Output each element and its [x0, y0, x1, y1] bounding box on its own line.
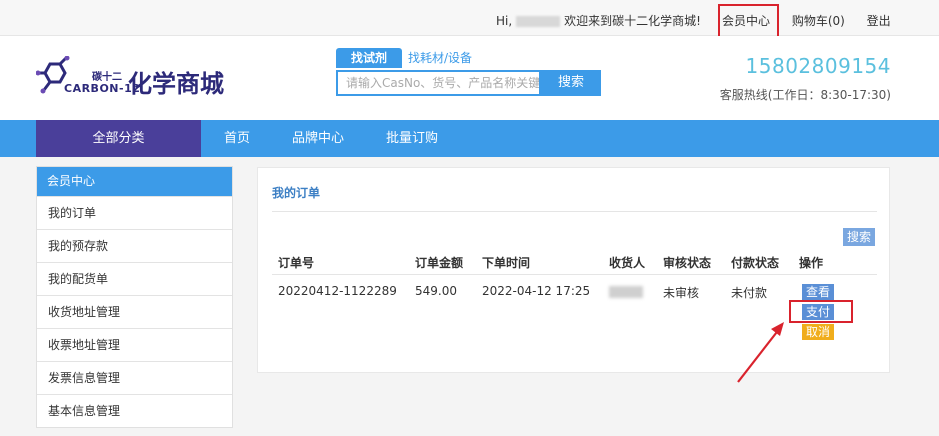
page-title: 我的订单 — [272, 186, 321, 200]
sidebar-item-delivery-list[interactable]: 我的配货单 — [37, 262, 232, 295]
orders-search-button[interactable]: 搜索 — [843, 228, 875, 246]
annotation-arrow-icon — [737, 322, 784, 383]
divider — [272, 211, 877, 212]
view-button[interactable]: 查看 — [802, 284, 834, 300]
tab-consumables[interactable]: 找耗材/设备 — [408, 48, 472, 68]
col-pay-status: 付款状态 — [731, 256, 780, 270]
col-audit: 审核状态 — [663, 256, 712, 270]
top-bar: Hi, 欢迎来到碳十二化学商城! 会员中心 购物车(0) 登出 — [0, 0, 939, 36]
receiver-blurred — [609, 285, 643, 298]
cell-receiver — [609, 284, 643, 298]
sidebar-item-basic-info[interactable]: 基本信息管理 — [37, 394, 232, 427]
cart-link[interactable]: 购物车(0) — [792, 12, 845, 29]
col-amount: 订单金额 — [415, 256, 464, 270]
greeting: Hi, 欢迎来到碳十二化学商城! — [496, 12, 701, 29]
cell-pay-status: 未付款 — [731, 286, 768, 300]
member-center-highlight — [718, 4, 779, 40]
col-actions: 操作 — [799, 256, 824, 270]
nav-all-categories[interactable]: 全部分类 — [36, 120, 201, 157]
logo-subtitle: 碳十二 — [92, 72, 122, 83]
search-button[interactable]: 搜索 — [541, 70, 601, 96]
main-nav: 全部分类 首页 品牌中心 批量订购 — [0, 120, 939, 157]
username-blurred — [516, 16, 561, 27]
cell-order-no[interactable]: 20220412-1122289 — [278, 284, 397, 298]
logo-title: 化学商城 — [128, 70, 224, 98]
nav-home[interactable]: 首页 — [224, 120, 250, 157]
pay-button-highlight — [789, 300, 853, 323]
header-divider — [272, 274, 877, 275]
member-sidebar: 会员中心 我的订单 我的预存款 我的配货单 收货地址管理 收票地址管理 发票信息… — [36, 166, 233, 428]
sidebar-item-my-orders[interactable]: 我的订单 — [37, 196, 232, 229]
tab-reagents[interactable]: 找试剂 — [336, 48, 402, 68]
cell-audit: 未审核 — [663, 286, 700, 300]
sidebar-item-shipping-address[interactable]: 收货地址管理 — [37, 295, 232, 328]
hotline-phone: 15802809154 — [745, 54, 891, 78]
nav-bulk-order[interactable]: 批量订购 — [386, 120, 438, 157]
logo[interactable]: 碳十二 CARBON-12 化学商城 — [36, 56, 246, 104]
col-time: 下单时间 — [482, 256, 531, 270]
sidebar-item-invoice-info[interactable]: 发票信息管理 — [37, 361, 232, 394]
col-order-no: 订单号 — [278, 256, 315, 270]
search-input[interactable] — [338, 72, 539, 94]
cell-time: 2022-04-12 17:25 — [482, 284, 591, 298]
logout-link[interactable]: 登出 — [867, 12, 891, 29]
greeting-suffix: 欢迎来到碳十二化学商城! — [564, 14, 701, 28]
nav-brand-center[interactable]: 品牌中心 — [292, 120, 344, 157]
hotline: 15802809154 客服热线(工作日：8:30-17:30) — [720, 54, 891, 103]
search-area: 找试剂 找耗材/设备 搜索 — [336, 48, 602, 98]
col-receiver: 收货人 — [609, 256, 646, 270]
sidebar-item-invoice-address[interactable]: 收票地址管理 — [37, 328, 232, 361]
cancel-button[interactable]: 取消 — [802, 324, 834, 340]
greeting-prefix: Hi, — [496, 14, 513, 28]
orders-panel: 我的订单 搜索 订单号 订单金额 下单时间 收货人 审核状态 付款状态 操作 2… — [257, 167, 890, 373]
sidebar-head[interactable]: 会员中心 — [37, 167, 232, 196]
hotline-desc: 客服热线(工作日：8:30-17:30) — [719, 88, 891, 102]
sidebar-item-deposit[interactable]: 我的预存款 — [37, 229, 232, 262]
header: 碳十二 CARBON-12 化学商城 找试剂 找耗材/设备 搜索 1580280… — [0, 36, 939, 120]
cell-amount: 549.00 — [415, 284, 457, 298]
